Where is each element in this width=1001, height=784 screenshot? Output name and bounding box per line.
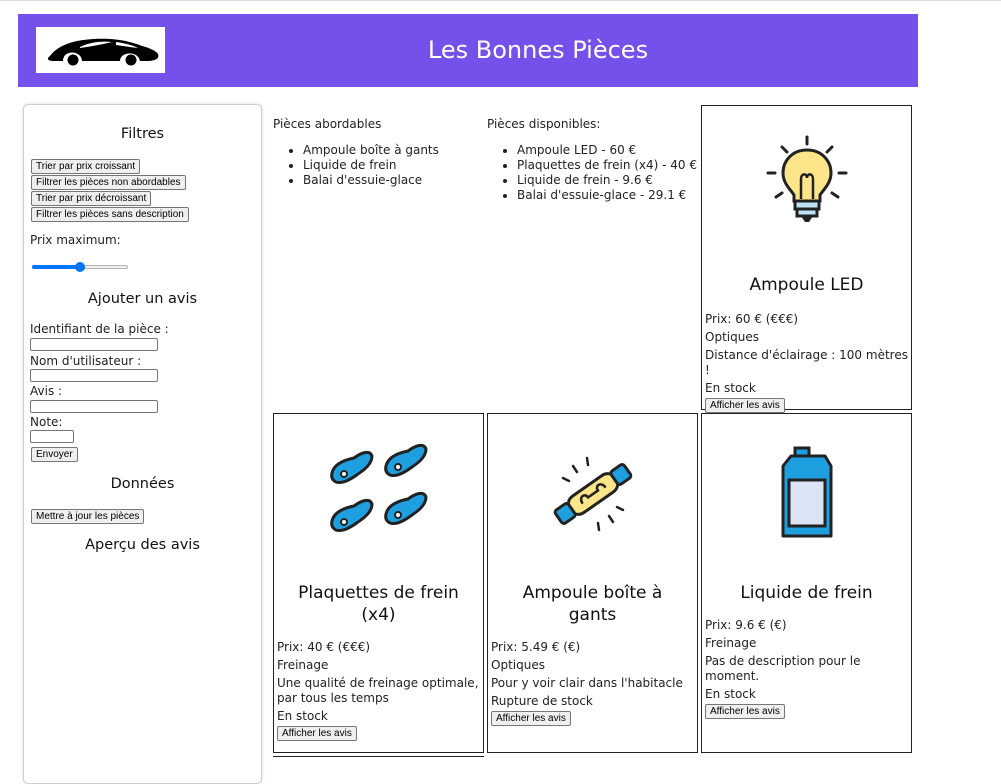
product-stock: En stock <box>705 381 756 395</box>
rating-label: Note: <box>30 415 63 429</box>
list-item: Balai d'essuie-glace - 29.1 € <box>517 188 699 203</box>
product-description: Une qualité de freinage optimale, par to… <box>277 676 479 705</box>
product-stock: Rupture de stock <box>491 694 593 708</box>
product-name: Liquide de frein <box>740 583 873 603</box>
product-category: Freinage <box>277 658 329 672</box>
product-category: Optiques <box>491 658 545 672</box>
page-top-border <box>0 0 1001 1</box>
affordable-list: Pièces abordables Ampoule boîte à gants … <box>273 117 473 188</box>
list-item: Ampoule LED - 60 € <box>517 143 699 158</box>
affordable-title: Pièces abordables <box>273 117 382 131</box>
data-title: Données <box>110 476 175 492</box>
max-price-slider[interactable] <box>32 262 128 272</box>
brake-pads-icon <box>329 443 427 532</box>
product-card: Liquide de frein Prix: 9.6 € (€) Freinag… <box>701 413 912 753</box>
list-item: Balai d'essuie-glace <box>303 173 473 188</box>
slider-thumb[interactable] <box>75 262 85 272</box>
product-price: Prix: 60 € (€€€) <box>705 312 799 326</box>
product-price: Prix: 9.6 € (€) <box>705 618 787 632</box>
show-reviews-button[interactable]: Afficher les avis <box>277 726 357 741</box>
list-item: Liquide de frein - 9.6 € <box>517 173 699 188</box>
update-pieces-button[interactable]: Mettre à jour les pièces <box>31 509 145 524</box>
product-info: Prix: 9.6 € (€) Freinage Pas de descript… <box>705 618 905 719</box>
product-name: Ampoule LED <box>749 275 864 295</box>
list-item: Plaquettes de frein (x4) - 40 € <box>517 158 699 173</box>
site-title: Les Bonnes Pièces <box>427 36 649 64</box>
sidebar: Filtres Trier par prix croissant Filtrer… <box>23 104 262 784</box>
list-item: Ampoule boîte à gants <box>303 143 473 158</box>
filters-title: Filtres <box>120 126 165 142</box>
sort-desc-button[interactable]: Trier par prix décroissant <box>31 191 152 206</box>
site-header: Les Bonnes Pièces <box>18 14 918 87</box>
available-title: Pièces disponibles: <box>487 117 601 131</box>
product-price: Prix: 5.49 € (€) <box>491 640 581 654</box>
product-category: Optiques <box>705 330 759 344</box>
rating-input[interactable] <box>30 430 74 443</box>
product-description: Pour y voir clair dans l'habitacle <box>491 676 683 690</box>
slider-fill <box>32 265 80 269</box>
product-price: Prix: 40 € (€€€) <box>277 640 371 654</box>
light-bulb-icon <box>766 135 847 222</box>
fluid-can-icon <box>781 446 832 538</box>
product-info: Prix: 5.49 € (€) Optiques Pour y voir cl… <box>491 640 695 726</box>
product-name: Plaquettes de frein (x4) <box>298 583 459 625</box>
piece-id-label: Identifiant de la pièce : <box>30 322 169 336</box>
product-name: Ampoule boîte à gants <box>522 583 663 625</box>
product-info: Prix: 60 € (€€€) Optiques Distance d'écl… <box>705 312 911 413</box>
add-review-title: Ajouter un avis <box>87 291 198 307</box>
max-price-label: Prix maximum: <box>30 233 121 247</box>
show-reviews-button[interactable]: Afficher les avis <box>491 711 571 726</box>
product-info: Prix: 40 € (€€€) Freinage Une qualité de… <box>277 640 481 741</box>
piece-id-input[interactable] <box>30 338 158 351</box>
list-item: Liquide de frein <box>303 158 473 173</box>
product-category: Freinage <box>705 636 757 650</box>
reviews-preview-title: Aperçu des avis <box>85 537 200 553</box>
product-stock: En stock <box>705 687 756 701</box>
review-input[interactable] <box>30 400 158 413</box>
review-label: Avis : <box>30 384 63 398</box>
show-reviews-button[interactable]: Afficher les avis <box>705 704 785 719</box>
product-description: Pas de description pour le moment. <box>705 654 861 683</box>
filter-no-description-button[interactable]: Filtrer les pièces sans description <box>31 207 189 222</box>
submit-review-button[interactable]: Envoyer <box>31 447 78 462</box>
username-input[interactable] <box>30 369 158 382</box>
product-card: Plaquettes de frein (x4) Prix: 40 € (€€€… <box>273 413 484 753</box>
fuse-bulb-icon <box>553 456 632 532</box>
show-reviews-button[interactable]: Afficher les avis <box>705 398 785 413</box>
sort-asc-button[interactable]: Trier par prix croissant <box>31 159 141 174</box>
product-stock: En stock <box>277 709 328 723</box>
filter-affordable-button[interactable]: Filtrer les pièces non abordables <box>31 175 186 190</box>
username-label: Nom d'utilisateur : <box>30 354 142 368</box>
product-card: Ampoule boîte à gants Prix: 5.49 € (€) O… <box>487 413 698 753</box>
product-card: Ampoule LED Prix: 60 € (€€€) Optiques Di… <box>701 105 912 413</box>
available-list: Pièces disponibles: Ampoule LED - 60 € P… <box>487 117 699 203</box>
product-description: Distance d'éclairage : 100 mètres ! <box>705 348 908 377</box>
